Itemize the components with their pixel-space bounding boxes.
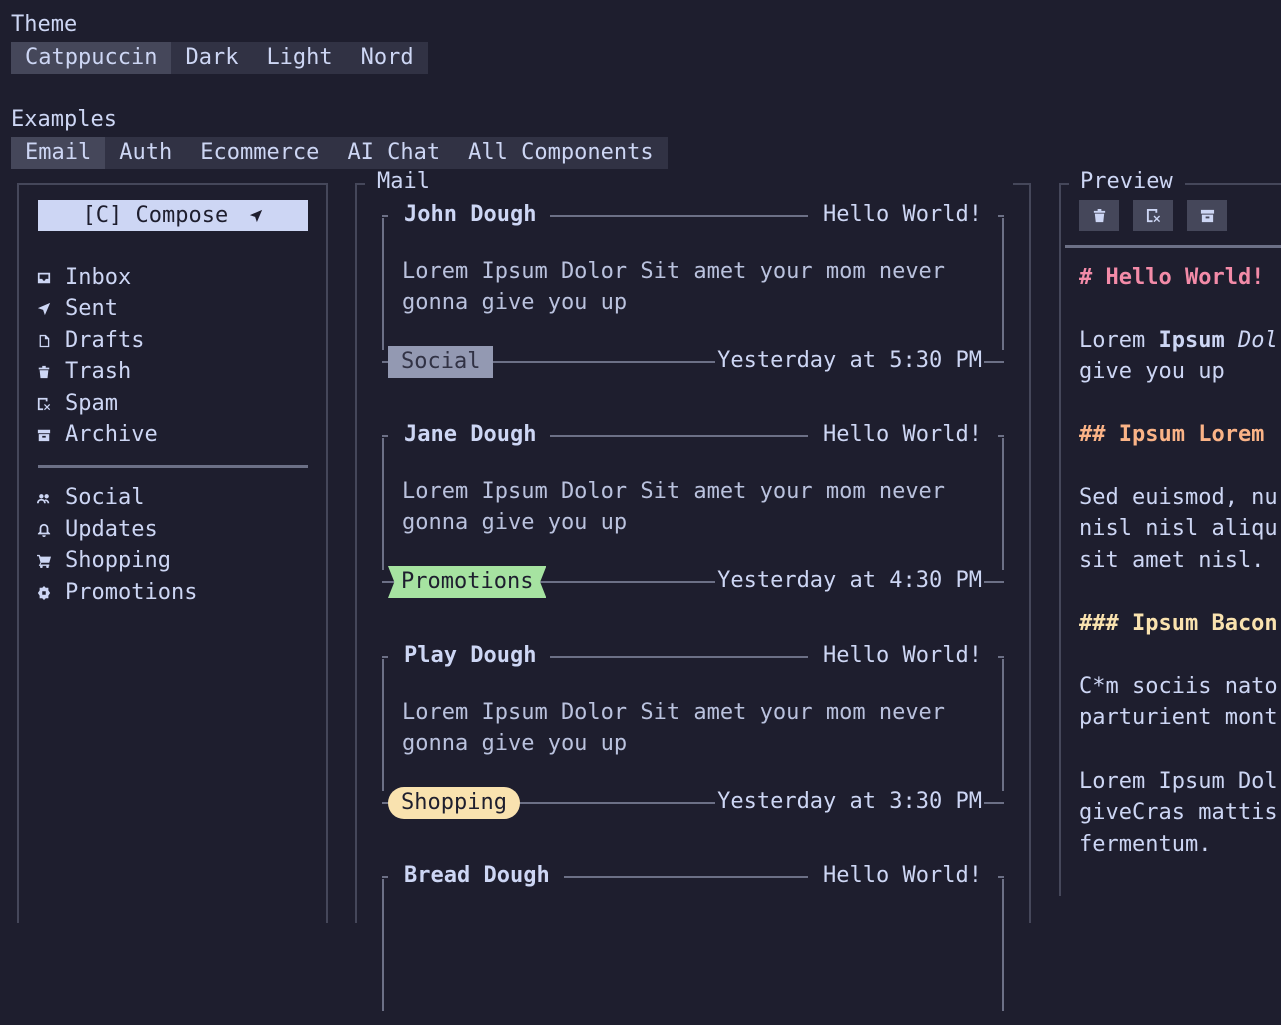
badge-icon — [36, 585, 52, 601]
preview-paragraph: Lorem Ipsum Dol — [1079, 330, 1278, 352]
sidebar-item-label: Inbox — [65, 265, 132, 290]
delete-button[interactable] — [1079, 200, 1119, 231]
sidebar-item-label: Archive — [65, 422, 158, 447]
bell-icon — [36, 522, 52, 538]
sidebar-item-label: Drafts — [65, 328, 145, 353]
preview-h3: ### Ipsum Bacon — [1079, 611, 1278, 636]
preview-text: parturient mont — [1079, 705, 1278, 730]
archive-button[interactable] — [1187, 200, 1227, 231]
cart-icon — [36, 553, 52, 569]
tab-example-auth[interactable]: Auth — [105, 137, 186, 169]
tab-example-all-components[interactable]: All Components — [454, 137, 667, 169]
mail-subject: Hello World! — [821, 643, 984, 668]
mark-spam-button[interactable] — [1133, 200, 1173, 231]
sidebar-item-social[interactable]: Social — [36, 484, 144, 512]
sidebar-item-updates[interactable]: Updates — [36, 516, 158, 544]
sidebar-item-spam[interactable]: Spam — [36, 390, 118, 418]
tag-shopping[interactable]: Shopping — [388, 787, 520, 819]
mail-sender: Jane Dough — [402, 422, 539, 447]
tab-theme-dark[interactable]: Dark — [171, 42, 252, 74]
mail-subject: Hello World! — [821, 202, 984, 227]
users-icon — [36, 490, 52, 506]
mail-frame-border — [1013, 183, 1031, 185]
sidebar-item-archive[interactable]: Archive — [36, 421, 158, 449]
sidebar-item-promotions[interactable]: Promotions — [36, 579, 197, 607]
mail-item-bread[interactable]: Bread Dough Hello World! — [382, 865, 1004, 1025]
theme-tabs: Catppuccin Dark Light Nord — [11, 42, 428, 74]
sidebar-item-label: Updates — [65, 517, 158, 542]
sidebar-item-label: Social — [65, 485, 145, 510]
mail-preview-text: Lorem Ipsum Dolor Sit amet your mom neve… — [402, 479, 946, 535]
send-icon — [250, 209, 263, 223]
mail-sender: Bread Dough — [402, 863, 552, 888]
mail-date: Yesterday at 4:30 PM — [715, 568, 984, 593]
spam-icon — [36, 396, 52, 412]
sidebar-item-shopping[interactable]: Shopping — [36, 547, 171, 575]
mail-subject: Hello World! — [821, 863, 984, 888]
sidebar-item-label: Promotions — [65, 580, 198, 605]
preview-text: Lorem Ipsum Dol — [1079, 769, 1278, 794]
preview-bold-text: Ipsum — [1158, 328, 1225, 353]
sidebar-item-label: Sent — [65, 296, 118, 321]
examples-label: Examples — [11, 107, 117, 132]
trash-icon — [1093, 208, 1105, 223]
preview-text: sit amet nisl. — [1079, 548, 1265, 573]
preview-text: C*m sociis nato — [1079, 674, 1278, 699]
preview-text: fermentum. — [1079, 832, 1212, 857]
theme-label: Theme — [11, 12, 78, 37]
sidebar-divider — [38, 465, 308, 468]
mail-item-jane[interactable]: Jane Dough Hello World! Lorem Ipsum Dolo… — [382, 422, 1004, 598]
mail-sender: John Dough — [402, 202, 539, 227]
archive-icon — [1200, 209, 1214, 223]
sidebar-item-sent[interactable]: Sent — [36, 295, 118, 323]
sidebar-item-trash[interactable]: Trash — [36, 358, 131, 386]
send-icon — [36, 301, 52, 317]
tab-theme-light[interactable]: Light — [252, 42, 346, 74]
mail-frame-border — [355, 183, 365, 185]
mail-date: Yesterday at 3:30 PM — [715, 789, 984, 814]
preview-text: Lorem — [1079, 328, 1159, 353]
tab-example-ai-chat[interactable]: AI Chat — [333, 137, 454, 169]
preview-h2: ## Ipsum Lorem — [1079, 422, 1265, 447]
mail-title: Mail — [375, 169, 432, 194]
preview-text: nisl nisl aliqu — [1079, 516, 1278, 541]
spam-icon — [1146, 208, 1160, 223]
preview-text: Sed euismod, nu — [1079, 485, 1278, 510]
tab-example-email[interactable]: Email — [11, 137, 106, 169]
file-icon — [36, 333, 52, 349]
tab-theme-nord[interactable]: Nord — [347, 42, 428, 74]
mail-preview-text: Lorem Ipsum Dolor Sit amet your mom neve… — [402, 700, 946, 756]
mail-item-play[interactable]: Play Dough Hello World! Lorem Ipsum Dolo… — [382, 643, 1004, 819]
sidebar-item-inbox[interactable]: Inbox — [36, 264, 131, 292]
mail-preview-text: Lorem Ipsum Dolor Sit amet your mom neve… — [402, 259, 946, 315]
preview-italic-text: Dol — [1224, 328, 1278, 353]
preview-h1: # Hello World! — [1079, 265, 1265, 290]
mail-item-john[interactable]: John Dough Hello World! Lorem Ipsum Dolo… — [382, 202, 1004, 378]
compose-label: [C] Compose — [82, 203, 229, 228]
inbox-icon — [36, 270, 52, 286]
mail-sender: Play Dough — [402, 643, 539, 668]
sidebar-item-label: Shopping — [65, 548, 171, 573]
examples-tabs: Email Auth Ecommerce AI Chat All Compone… — [11, 137, 668, 169]
sidebar-item-label: Trash — [65, 359, 132, 384]
tab-theme-catppuccin[interactable]: Catppuccin — [11, 42, 172, 74]
preview-title: Preview — [1078, 169, 1175, 194]
mail-subject: Hello World! — [821, 422, 984, 447]
preview-frame-border — [1059, 183, 1061, 896]
preview-text: giveCras mattis — [1079, 800, 1278, 825]
compose-button[interactable]: [C] Compose — [38, 200, 308, 231]
preview-frame-border — [1185, 183, 1281, 185]
tag-promotions[interactable]: Promotions — [388, 566, 547, 598]
tab-example-ecommerce[interactable]: Ecommerce — [186, 137, 333, 169]
tag-social[interactable]: Social — [388, 346, 494, 378]
preview-frame-border — [1059, 183, 1069, 185]
sidebar-item-drafts[interactable]: Drafts — [36, 327, 144, 355]
trash-icon — [36, 364, 52, 380]
mail-date: Yesterday at 5:30 PM — [715, 348, 984, 373]
sidebar-item-label: Spam — [65, 391, 118, 416]
preview-divider — [1065, 245, 1281, 248]
archive-icon — [36, 427, 52, 443]
preview-text: give you up — [1079, 359, 1225, 384]
